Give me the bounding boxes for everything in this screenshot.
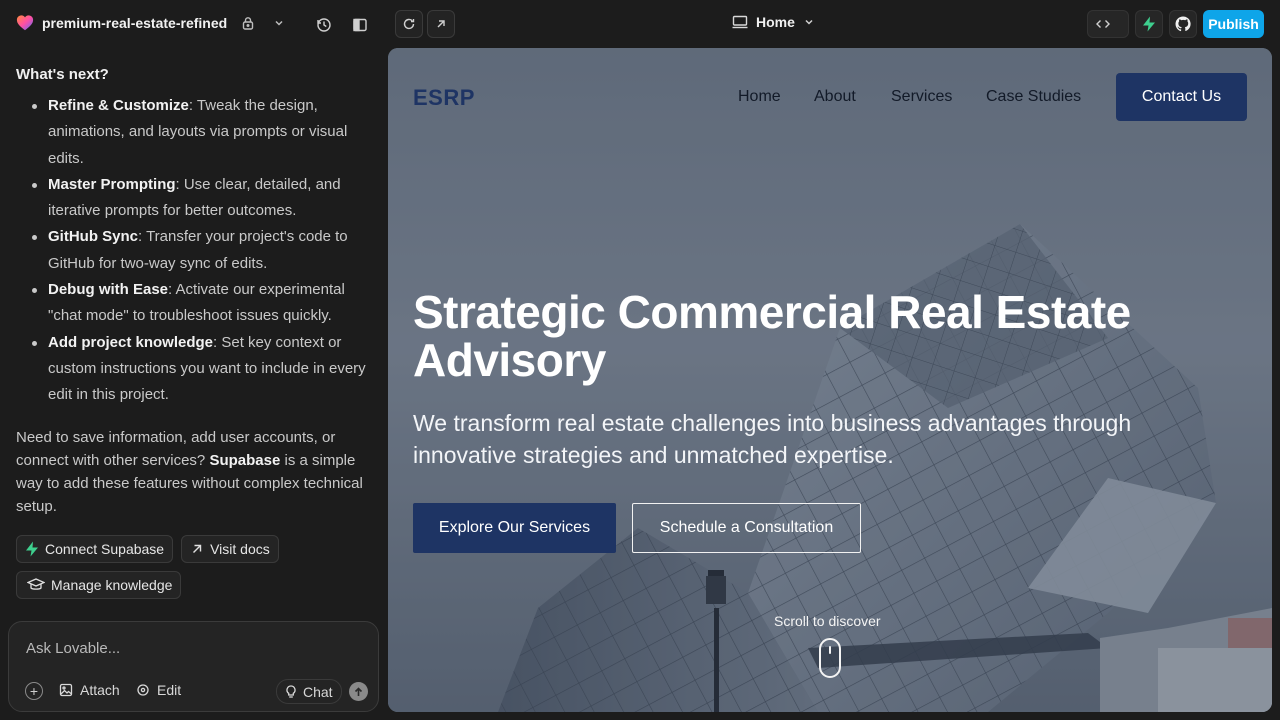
history-icon[interactable] [311, 12, 337, 38]
list-item: GitHub Sync: Transfer your project's cod… [16, 224, 372, 277]
site-navbar: ESRP Home About Services Case Studies Co… [388, 48, 1272, 148]
arrow-up-icon [354, 686, 363, 696]
arrow-up-right-icon [437, 20, 445, 28]
plus-icon: + [29, 683, 39, 699]
refresh-button[interactable] [395, 10, 423, 38]
lightbulb-icon [286, 684, 296, 698]
code-view-button[interactable] [1087, 10, 1129, 38]
code-icon [1096, 20, 1110, 28]
github-button[interactable] [1169, 10, 1197, 38]
github-icon [1175, 16, 1191, 32]
chat-composer[interactable]: Ask Lovable... + Attach Edit Chat [8, 621, 379, 712]
edit-button[interactable]: Edit [136, 682, 181, 698]
arrow-up-right-icon [193, 544, 202, 553]
scroll-label: Scroll to discover [774, 613, 881, 629]
route-selector[interactable]: Home [732, 14, 815, 30]
nav-link-case-studies[interactable]: Case Studies [986, 88, 1081, 106]
hero-title: Strategic Commercial Real Estate Advisor… [413, 286, 1131, 386]
schedule-consultation-button[interactable]: Schedule a Consultation [632, 503, 861, 553]
attach-button[interactable]: Attach [59, 682, 120, 698]
chat-mode-toggle[interactable]: Chat [276, 679, 342, 704]
mouse-scroll-icon[interactable] [819, 638, 841, 678]
chat-message: What's next? Refine & Customize: Tweak t… [16, 66, 372, 599]
contact-us-button[interactable]: Contact Us [1116, 73, 1247, 121]
sidebar-toggle-icon[interactable] [347, 12, 373, 38]
whats-next-heading: What's next? [16, 66, 109, 83]
send-button[interactable] [349, 682, 368, 701]
supabase-paragraph: Need to save information, add user accou… [16, 428, 363, 516]
nav-link-services[interactable]: Services [891, 88, 952, 106]
list-item: Master Prompting: Use clear, detailed, a… [16, 172, 372, 225]
chat-input[interactable]: Ask Lovable... [26, 640, 120, 657]
hero-subtitle: We transform real estate challenges into… [413, 410, 1132, 468]
supabase-icon [1143, 16, 1155, 32]
publish-button[interactable]: Publish [1203, 10, 1264, 38]
list-item: Refine & Customize: Tweak the design, an… [16, 93, 372, 172]
connect-supabase-button[interactable]: Connect Supabase [16, 534, 174, 563]
target-icon [137, 684, 149, 696]
add-button[interactable]: + [25, 682, 43, 700]
list-item: Debug with Ease: Activate our experiment… [16, 277, 372, 330]
project-switcher[interactable]: premium-real-estate-refined [16, 14, 285, 32]
lovable-heart-icon [16, 15, 34, 31]
chevron-down-icon [275, 20, 283, 26]
top-bar: premium-real-estate-refined Home Publish [0, 0, 1280, 48]
chat-panel: What's next? Refine & Customize: Tweak t… [0, 48, 388, 720]
monitor-icon [732, 15, 748, 29]
refresh-icon [403, 18, 415, 30]
project-name: premium-real-estate-refined [42, 15, 228, 31]
visit-docs-button[interactable]: Visit docs [181, 534, 279, 563]
open-external-button[interactable] [427, 10, 455, 38]
explore-services-button[interactable]: Explore Our Services [413, 503, 616, 553]
image-icon [59, 683, 73, 697]
site-preview: ESRP Home About Services Case Studies Co… [388, 48, 1272, 712]
whats-next-list: Refine & Customize: Tweak the design, an… [16, 93, 372, 409]
lock-icon [242, 17, 254, 30]
chevron-down-icon [805, 19, 813, 25]
manage-knowledge-button[interactable]: Manage knowledge [16, 570, 182, 599]
route-label: Home [756, 14, 795, 30]
site-logo[interactable]: ESRP [413, 85, 475, 111]
graduation-cap-icon [27, 578, 45, 590]
supabase-button[interactable] [1135, 10, 1163, 38]
supabase-icon [26, 541, 38, 557]
list-item: Add project knowledge: Set key context o… [16, 330, 372, 409]
nav-link-home[interactable]: Home [738, 88, 781, 106]
nav-link-about[interactable]: About [814, 88, 856, 106]
